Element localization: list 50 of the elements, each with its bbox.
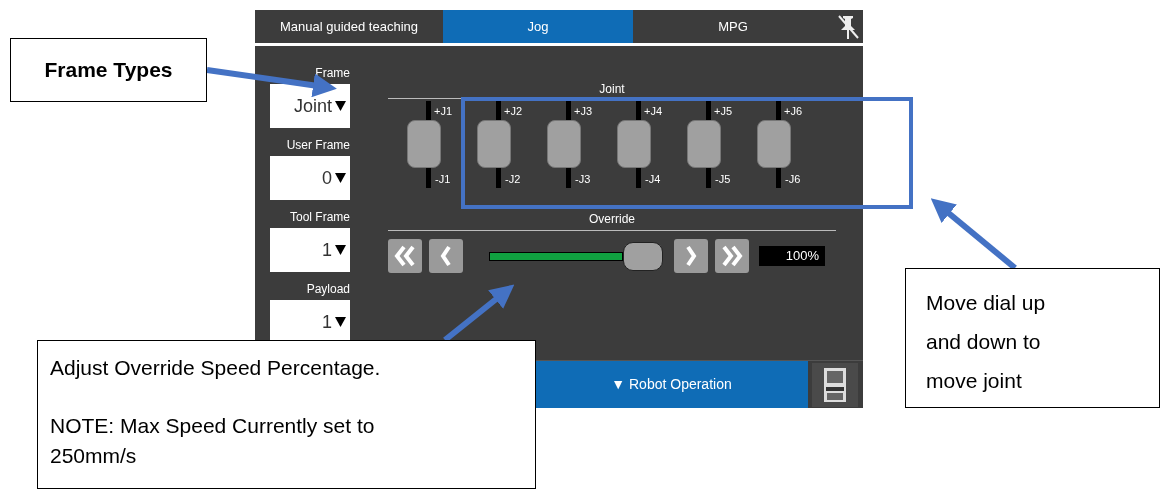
increase-button[interactable] xyxy=(674,239,708,273)
joint-dial[interactable] xyxy=(407,120,441,168)
decrease-button[interactable] xyxy=(429,239,463,273)
annotation-arrow xyxy=(443,284,515,343)
joint-label: +J6 xyxy=(784,105,803,117)
fast-decrease-button[interactable] xyxy=(388,239,422,273)
double-chevron-icon xyxy=(720,245,744,267)
joint-label: -J4 xyxy=(645,173,661,185)
joint-label: +J5 xyxy=(714,105,733,117)
callout-text: Adjust Override Speed Percentage. xyxy=(50,355,382,381)
caret-icon xyxy=(335,101,346,111)
joint-dial[interactable] xyxy=(617,120,651,168)
annotation-label: Frame Types xyxy=(10,38,207,102)
unpin-icon[interactable] xyxy=(837,13,859,40)
caret-icon xyxy=(335,317,346,327)
printer-icon[interactable] xyxy=(812,363,858,407)
chevron-icon xyxy=(439,245,453,267)
joint-dial[interactable] xyxy=(687,120,721,168)
joint-label: +J4 xyxy=(644,105,663,117)
callout-text: NOTE: Max Speed Currently set to 250mm/s xyxy=(50,413,376,469)
dropdown[interactable]: 1 xyxy=(270,228,350,272)
dropdown[interactable]: 0 xyxy=(270,156,350,200)
section-title: Override xyxy=(588,212,636,226)
joint-label: -J5 xyxy=(715,173,731,185)
double-chevron-icon xyxy=(393,245,417,267)
override-value: 100% xyxy=(759,246,825,266)
joint-label: -J1 xyxy=(435,173,451,185)
robot-operation-button[interactable]: ▼ Robot Operation xyxy=(535,361,808,408)
joint-dial[interactable] xyxy=(477,120,511,168)
joint-label: -J2 xyxy=(505,173,521,185)
fast-increase-button[interactable] xyxy=(715,239,749,273)
joint-dial[interactable] xyxy=(547,120,581,168)
slider-thumb[interactable] xyxy=(623,242,663,271)
annotation-note: Move dial up and down to move joint xyxy=(905,268,1160,408)
caret-icon xyxy=(335,245,346,255)
joint-dial[interactable] xyxy=(757,120,791,168)
joint-label: -J6 xyxy=(785,173,801,185)
tab[interactable]: Jog xyxy=(443,10,633,43)
caret-icon xyxy=(335,173,346,183)
joint-label: +J1 xyxy=(434,105,453,117)
chevron-icon xyxy=(684,245,698,267)
joint-label: -J3 xyxy=(575,173,591,185)
field-label: Payload xyxy=(306,282,350,296)
joint-label: +J3 xyxy=(574,105,593,117)
dropdown[interactable]: Joint xyxy=(270,84,350,128)
section-title: Joint xyxy=(598,82,626,96)
field-label: User Frame xyxy=(286,138,350,152)
joint-label: +J2 xyxy=(504,105,523,117)
field-label: Frame xyxy=(315,66,350,80)
field-label: Tool Frame xyxy=(289,210,350,224)
